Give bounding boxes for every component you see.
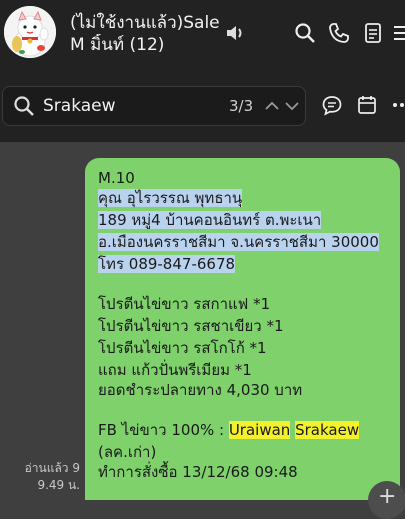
- message-line: ทำการสั่งซื้อ 13/12/68 09:48: [98, 463, 298, 481]
- chat-title[interactable]: (ไม่ใช้งานแล้ว)Sale M มิ้นท์ (12): [70, 12, 220, 56]
- message-line: โปรตีนไข่ขาว รสโกโก้ *1: [98, 339, 267, 357]
- message-bubble[interactable]: M.10 คุณ อุไรวรรณ พุทธานุ 189 หมู่4 บ้าน…: [85, 158, 400, 500]
- message-line: โปรตีนไข่ขาว รสชาเขียว *1: [98, 317, 284, 335]
- search-query[interactable]: Srakaew: [43, 96, 116, 116]
- calendar-icon[interactable]: [356, 94, 378, 116]
- chevron-up-icon[interactable]: [263, 97, 281, 115]
- message-line: M.10: [98, 169, 135, 187]
- message-line: FB ไข่ขาว 100% : Uraiwan Srakaew: [98, 420, 360, 440]
- message-line: คุณ อุไรวรรณ พุทธานุ: [98, 188, 243, 208]
- selection-highlight: 189 หมู่4 บ้านคอนอินทร์ ต.พะเนา: [98, 211, 322, 229]
- more-icon[interactable]: [389, 94, 405, 116]
- chat-icon[interactable]: [321, 94, 343, 116]
- search-input[interactable]: Srakaew 3/3: [2, 86, 306, 126]
- message-line: 189 หมู่4 บ้านคอนอินทร์ ต.พะเนา: [98, 210, 322, 230]
- message-line: โทร 089-847-6678: [98, 254, 236, 274]
- chat-header: (ไม่ใช้งานแล้ว)Sale M มิ้นท์ (12): [0, 0, 405, 78]
- menu-icon[interactable]: [392, 22, 405, 44]
- search-result-counter: 3/3: [229, 97, 254, 115]
- message-line: ยอดชำระปลายทาง 4,030 บาท: [98, 381, 303, 399]
- selection-highlight: คุณ อุไรวรรณ พุทธานุ: [98, 189, 243, 207]
- plus-icon: +: [378, 484, 397, 509]
- message-line: อ.เมืองนครราชสีมา จ.นครราชสีมา 30000: [98, 232, 379, 252]
- search-icon: [14, 96, 34, 116]
- avatar[interactable]: [4, 6, 56, 58]
- fb-label: FB ไข่ขาว 100% :: [98, 421, 229, 439]
- selection-highlight: อ.เมืองนครราชสีมา จ.นครราชสีมา 30000: [98, 233, 379, 251]
- chevron-down-icon[interactable]: [283, 97, 301, 115]
- phone-icon[interactable]: [328, 22, 350, 44]
- chat-title-line1: (ไม่ใช้งานแล้ว)Sale: [70, 13, 220, 33]
- message-line: (ลค.เก่า): [98, 443, 157, 461]
- scroll-to-bottom-button[interactable]: +: [368, 481, 405, 519]
- search-hit: Srakaew: [295, 421, 360, 439]
- search-hit: Uraiwan: [228, 421, 291, 439]
- speaker-icon[interactable]: [224, 22, 246, 44]
- message-time: 9.49 น.: [37, 478, 80, 492]
- chat-title-line2: M มิ้นท์ (12): [70, 35, 165, 55]
- search-icon[interactable]: [294, 22, 316, 44]
- search-row: Srakaew 3/3: [0, 78, 405, 142]
- lucky-cat-avatar-icon: [4, 6, 56, 58]
- message-line: โปรตีนไข่ขาว รสกาแฟ *1: [98, 295, 271, 313]
- notes-icon[interactable]: [362, 22, 384, 44]
- message-line: แถม แก้วปั่นพรีเมียม *1: [98, 361, 252, 379]
- selection-highlight: โทร 089-847-6678: [98, 255, 236, 273]
